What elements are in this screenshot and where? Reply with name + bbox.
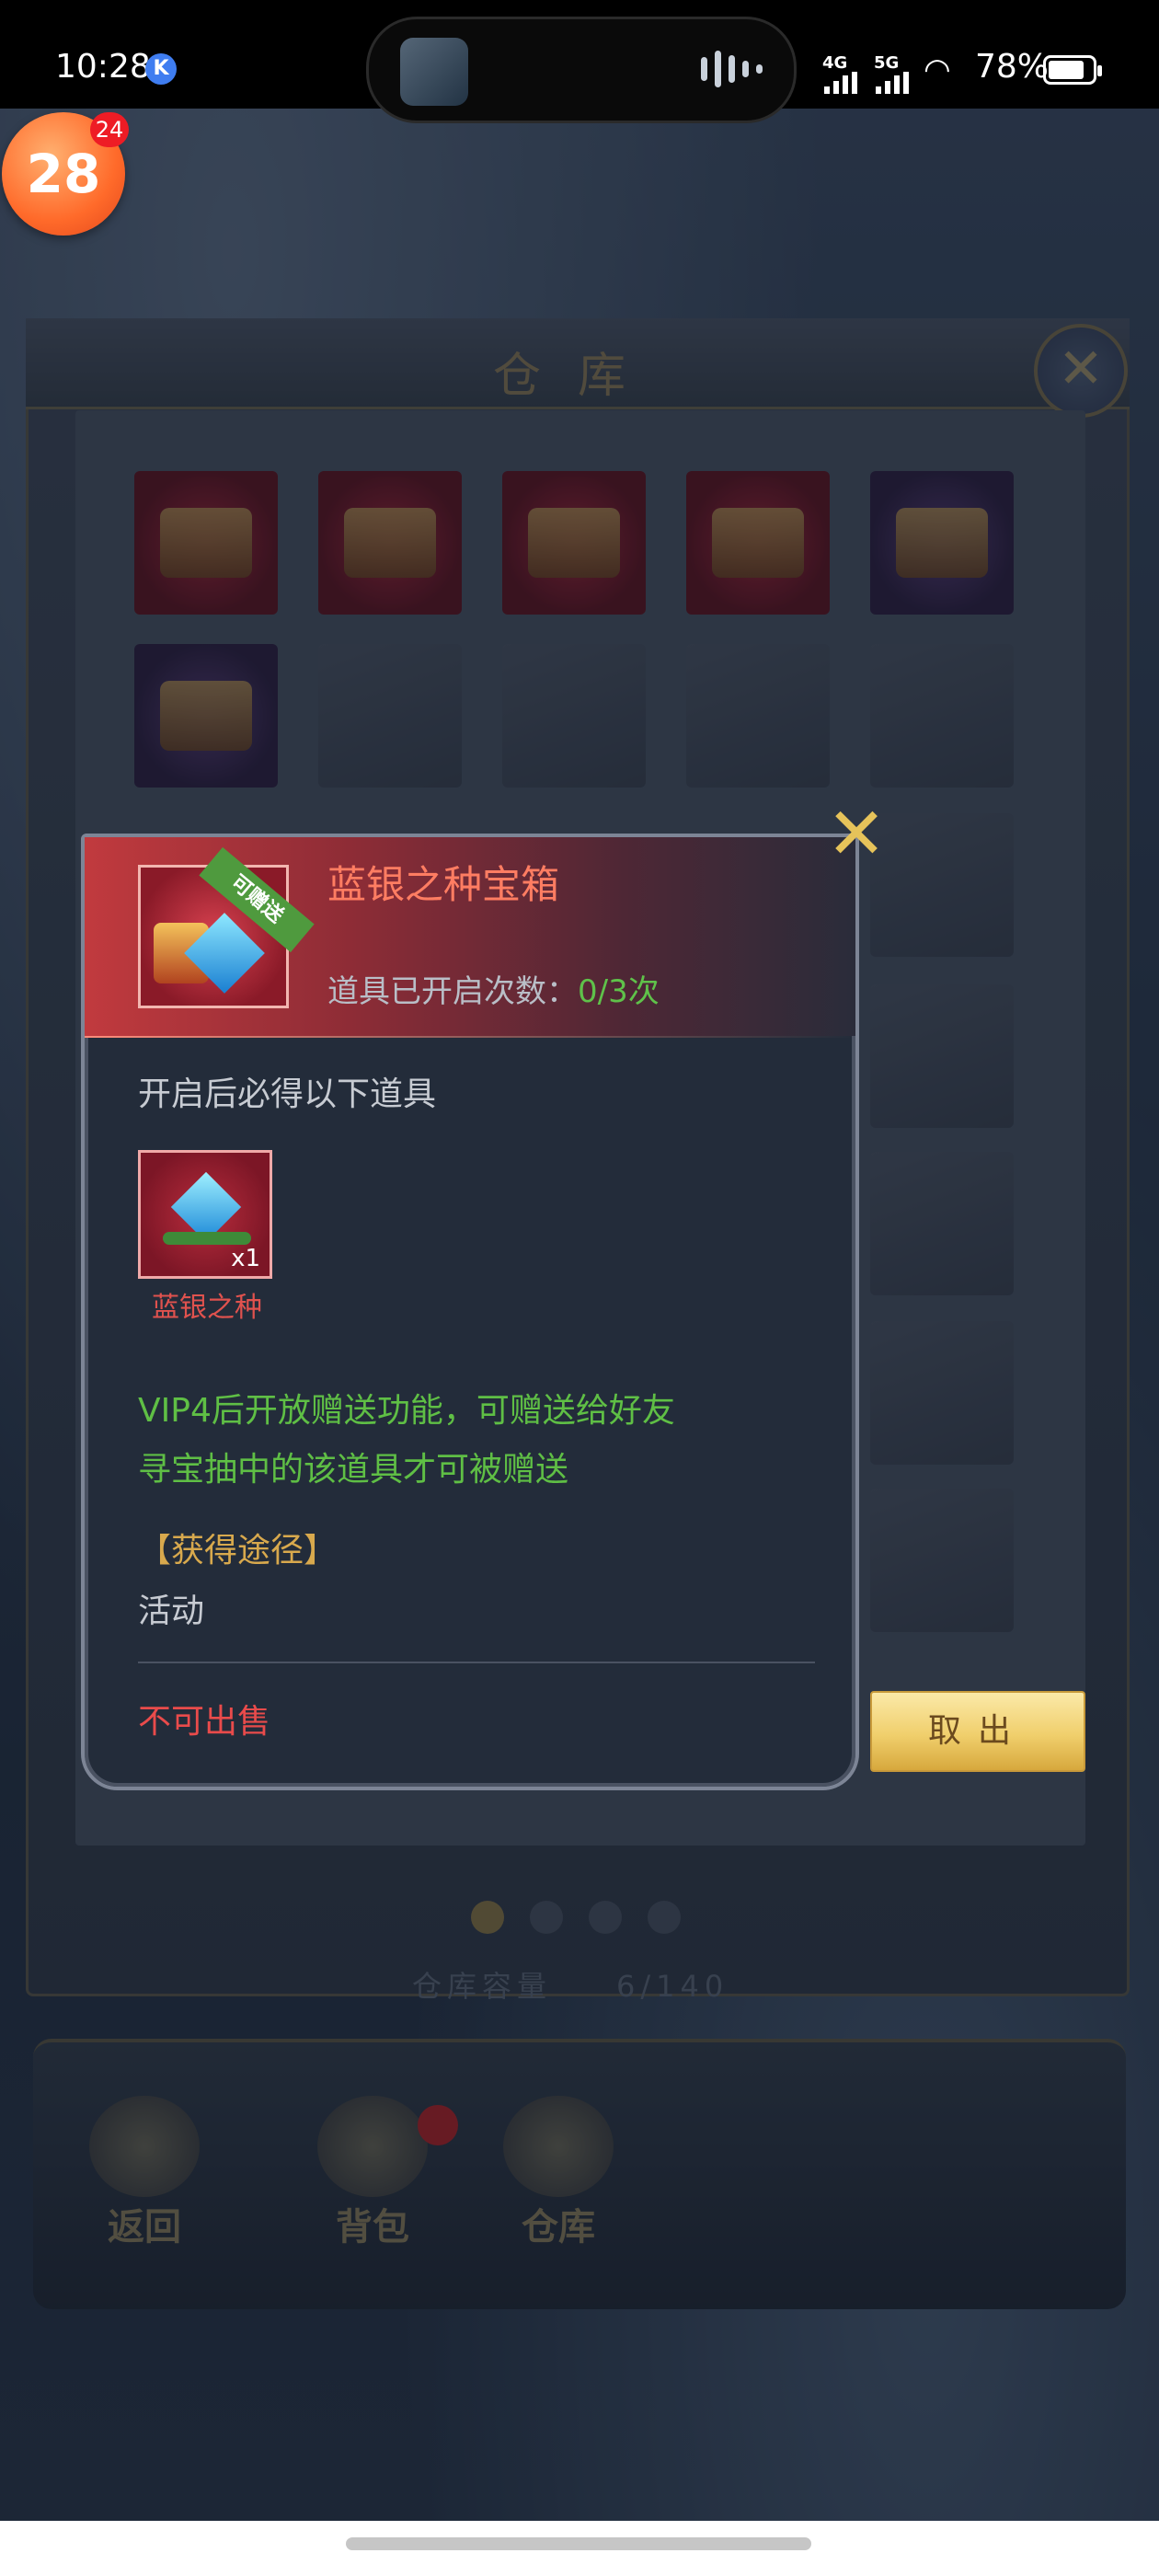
divider — [138, 1662, 815, 1663]
home-indicator[interactable] — [346, 2537, 811, 2550]
network-4g: 4G — [822, 53, 848, 73]
signal-5g-icon — [876, 72, 909, 94]
notification-badge: 24 — [90, 112, 129, 147]
k-app-icon: K — [145, 53, 177, 85]
game-thumbnail-icon — [400, 38, 468, 106]
reward-item[interactable]: x1 — [138, 1150, 272, 1279]
open-count: 道具已开启次数：0/3次 — [327, 973, 660, 1010]
audio-wave-icon — [701, 51, 763, 87]
wifi-icon: ◠ — [924, 52, 951, 88]
clock: 10:28 — [55, 48, 151, 86]
take-out-button[interactable]: 取出 — [870, 1691, 1085, 1772]
battery-percent: 78% — [975, 48, 1050, 86]
not-sellable-label: 不可出售 — [138, 1703, 271, 1741]
dialog-close-button[interactable]: ✕ — [824, 799, 889, 870]
guaranteed-rewards-label: 开启后必得以下道具 — [138, 1075, 437, 1113]
gift-note: VIP4后开放赠送功能，可赠送给好友 寻宝抽中的该道具才可被赠送 — [138, 1392, 675, 1489]
reward-name: 蓝银之种 — [152, 1292, 262, 1324]
item-name: 蓝银之种宝箱 — [327, 862, 560, 907]
battery-icon — [1043, 55, 1102, 85]
dynamic-island[interactable] — [366, 17, 797, 123]
signal-4g-icon — [824, 72, 857, 94]
network-5g: 5G — [874, 53, 900, 73]
close-icon: ✕ — [826, 793, 887, 876]
source-title: 【获得途径】 — [138, 1532, 338, 1570]
source-value: 活动 — [138, 1593, 205, 1630]
header-divider — [85, 1036, 855, 1038]
reward-quantity: x1 — [231, 1245, 260, 1272]
status-bar: 10:28 K 4G 5G ◠ 78% — [0, 0, 1159, 123]
